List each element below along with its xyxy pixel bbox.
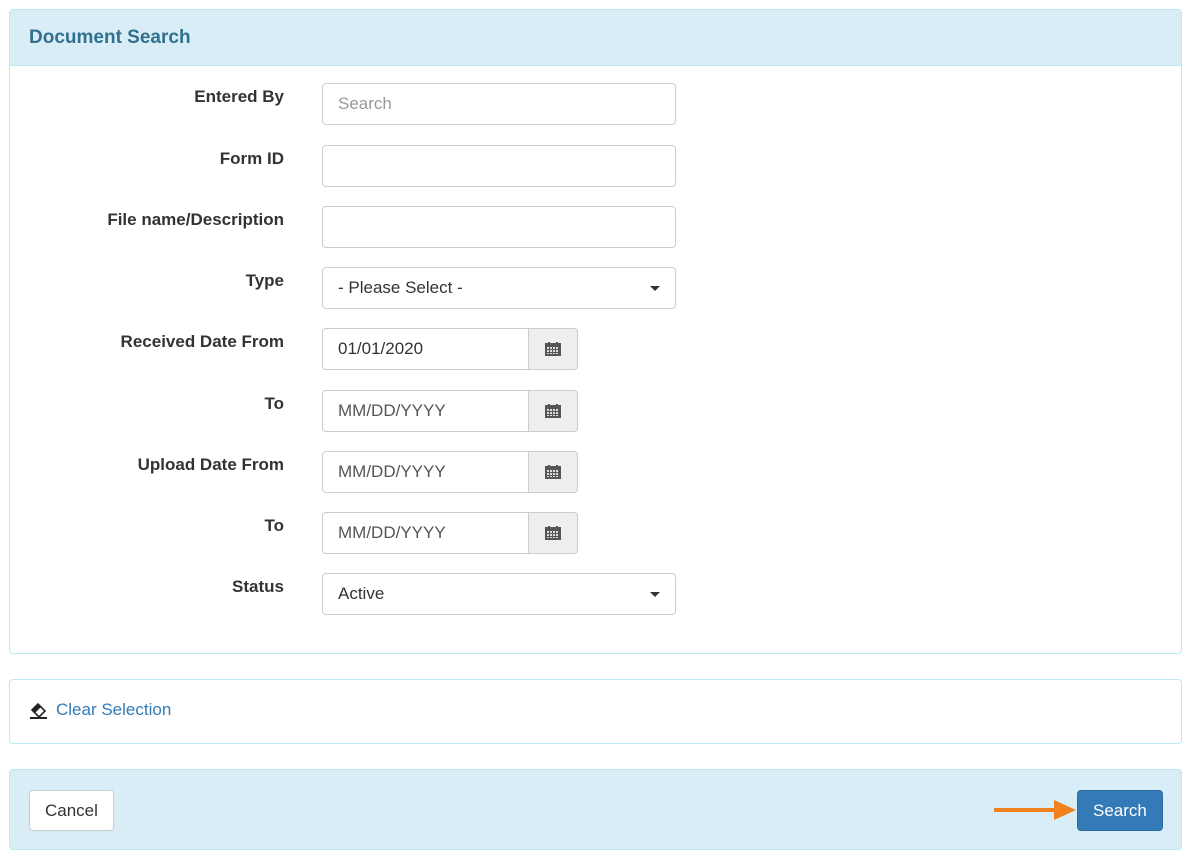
type-selected-value: - Please Select - — [338, 278, 463, 297]
received-to-date-group: MM/DD/YYYY — [322, 390, 578, 432]
entered-by-input[interactable]: Search — [322, 83, 676, 125]
received-from-input[interactable]: 01/01/2020 — [322, 328, 529, 370]
upload-to-calendar-button[interactable] — [528, 512, 578, 554]
status-row: Status Active — [10, 573, 1181, 615]
received-from-date-group: 01/01/2020 — [322, 328, 578, 370]
arrow-annotation-icon — [994, 800, 1076, 820]
received-from-label: Received Date From — [120, 332, 284, 351]
calendar-icon — [545, 465, 561, 479]
file-name-input[interactable] — [322, 206, 676, 248]
upload-to-date-group: MM/DD/YYYY — [322, 512, 578, 554]
form-id-input[interactable] — [322, 145, 676, 187]
upload-to-label: To — [264, 516, 284, 535]
entered-by-label: Entered By — [194, 87, 284, 106]
received-from-row: Received Date From 01/01/2020 — [10, 328, 1181, 370]
action-footer: Cancel Search — [9, 769, 1182, 850]
upload-to-row: To MM/DD/YYYY — [10, 512, 1181, 554]
chevron-down-icon — [650, 592, 660, 597]
upload-from-label: Upload Date From — [137, 455, 284, 474]
received-to-row: To MM/DD/YYYY — [10, 390, 1181, 432]
cancel-button[interactable]: Cancel — [29, 790, 114, 831]
calendar-icon — [545, 526, 561, 540]
panel-title: Document Search — [29, 27, 191, 48]
panel-header: Document Search — [10, 10, 1181, 66]
eraser-icon — [30, 702, 47, 719]
upload-from-calendar-button[interactable] — [528, 451, 578, 493]
type-select[interactable]: - Please Select - — [322, 267, 676, 309]
file-name-row: File name/Description — [10, 206, 1181, 248]
chevron-down-icon — [650, 286, 660, 291]
status-label: Status — [232, 577, 284, 596]
received-to-calendar-button[interactable] — [528, 390, 578, 432]
form-id-row: Form ID — [10, 145, 1181, 187]
received-to-label: To — [264, 394, 284, 413]
document-search-panel: Document Search Entered By Search Form I… — [9, 9, 1182, 654]
file-name-label: File name/Description — [107, 210, 284, 229]
entered-by-row: Entered By Search — [10, 83, 1181, 125]
type-row: Type - Please Select - — [10, 267, 1181, 309]
calendar-icon — [545, 404, 561, 418]
upload-to-input[interactable]: MM/DD/YYYY — [322, 512, 529, 554]
status-select[interactable]: Active — [322, 573, 676, 615]
calendar-icon — [545, 342, 561, 356]
received-to-input[interactable]: MM/DD/YYYY — [322, 390, 529, 432]
upload-from-date-group: MM/DD/YYYY — [322, 451, 578, 493]
status-selected-value: Active — [338, 584, 385, 603]
received-from-calendar-button[interactable] — [528, 328, 578, 370]
upload-from-input[interactable]: MM/DD/YYYY — [322, 451, 529, 493]
clear-selection-label: Clear Selection — [56, 700, 172, 719]
entered-by-placeholder: Search — [338, 94, 392, 113]
search-button[interactable]: Search — [1077, 790, 1163, 831]
type-label: Type — [245, 271, 284, 290]
clear-selection-link[interactable]: Clear Selection — [29, 700, 171, 720]
form-id-label: Form ID — [219, 149, 284, 168]
upload-from-row: Upload Date From MM/DD/YYYY — [10, 451, 1181, 493]
clear-selection-panel: Clear Selection — [9, 679, 1182, 744]
